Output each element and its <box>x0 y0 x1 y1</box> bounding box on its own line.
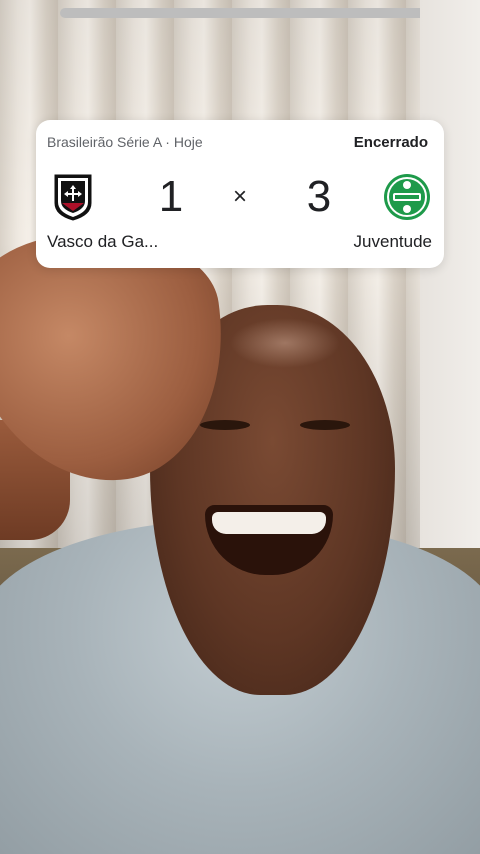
juventude-crest-icon <box>383 173 431 221</box>
away-score: 3 <box>306 172 332 221</box>
away-team-name: Juventude <box>353 232 432 251</box>
match-score-card[interactable]: Brasileirão Série A · Hoje Encerrado 1 ×… <box>36 120 444 268</box>
curtain-rod <box>60 8 470 18</box>
home-team-name: Vasco da Ga... <box>47 232 159 251</box>
score-separator: × <box>232 183 247 210</box>
home-score: 1 <box>158 172 184 221</box>
vasco-crest-icon <box>53 173 93 221</box>
match-status: Encerrado <box>353 134 428 151</box>
wall <box>420 0 480 600</box>
competition-label: Brasileirão Série A · Hoje <box>47 134 203 150</box>
